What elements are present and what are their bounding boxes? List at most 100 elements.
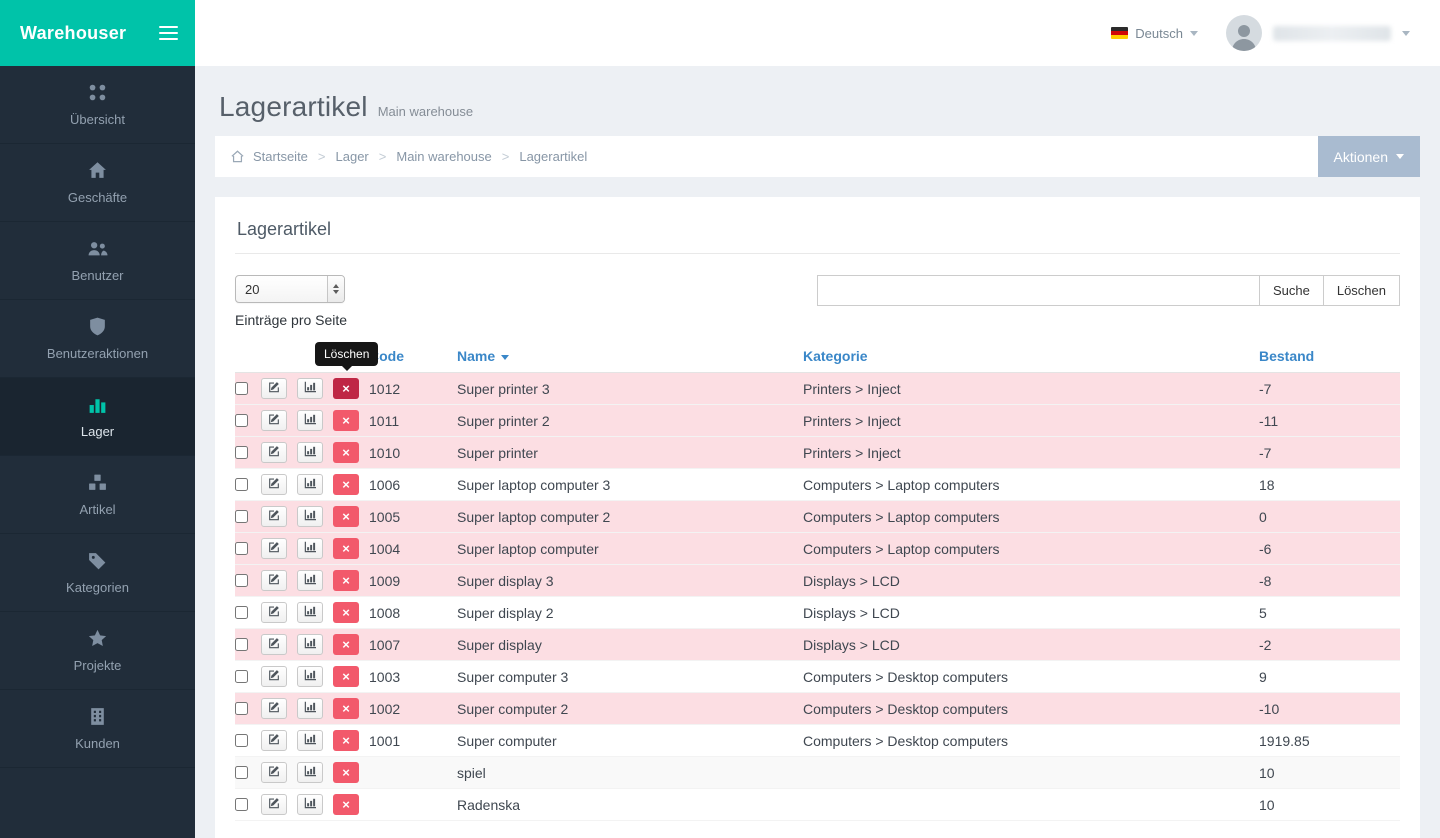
chart-button[interactable] — [297, 762, 323, 783]
cell-code: 1004 — [369, 533, 457, 565]
edit-button[interactable] — [261, 634, 287, 655]
edit-button[interactable] — [261, 506, 287, 527]
edit-button[interactable] — [261, 666, 287, 687]
chart-button[interactable] — [297, 442, 323, 463]
delete-button[interactable]: × — [333, 730, 359, 751]
row-checkbox[interactable] — [235, 734, 248, 747]
chart-button[interactable] — [297, 474, 323, 495]
delete-button[interactable]: × — [333, 794, 359, 815]
chart-button[interactable] — [297, 730, 323, 751]
column-header-code[interactable]: Code — [369, 340, 457, 373]
menu-toggle-icon[interactable] — [159, 22, 178, 44]
username-redacted — [1273, 26, 1391, 41]
chart-button[interactable] — [297, 794, 323, 815]
edit-button[interactable] — [261, 570, 287, 591]
edit-button[interactable] — [261, 474, 287, 495]
sidebar-item-benutzeraktionen[interactable]: Benutzeraktionen — [0, 300, 195, 378]
page-title: Lagerartikel — [219, 91, 368, 123]
chart-button[interactable] — [297, 602, 323, 623]
chart-button[interactable] — [297, 538, 323, 559]
row-checkbox[interactable] — [235, 766, 248, 779]
row-checkbox[interactable] — [235, 606, 248, 619]
cell-category: Printers > Inject — [803, 437, 1259, 469]
sidebar-item-geschaefte[interactable]: Geschäfte — [0, 144, 195, 222]
delete-button[interactable]: × — [333, 698, 359, 719]
edit-button[interactable] — [261, 698, 287, 719]
table-controls: 20 Einträge pro Seite Suche Löschen — [235, 275, 1400, 328]
edit-button[interactable] — [261, 410, 287, 431]
language-selector[interactable]: Deutsch — [1111, 26, 1198, 41]
chart-button[interactable] — [297, 378, 323, 399]
delete-button[interactable]: × — [333, 538, 359, 559]
sidebar-item-uebersicht[interactable]: Übersicht — [0, 66, 195, 144]
row-checkbox[interactable] — [235, 702, 248, 715]
cell-stock: 9 — [1259, 661, 1400, 693]
delete-button[interactable]: × — [333, 570, 359, 591]
chart-button[interactable] — [297, 666, 323, 687]
delete-button[interactable]: × — [333, 602, 359, 623]
sidebar-item-lager[interactable]: Lager — [0, 378, 195, 456]
cell-stock: 10 — [1259, 789, 1400, 821]
row-checkbox[interactable] — [235, 542, 248, 555]
table-row: ×1005Super laptop computer 2Computers > … — [235, 501, 1400, 533]
close-icon: × — [342, 510, 350, 523]
page-subtitle: Main warehouse — [378, 104, 473, 119]
sidebar-item-label: Artikel — [79, 502, 115, 517]
row-checkbox[interactable] — [235, 414, 248, 427]
breadcrumb-item[interactable]: Main warehouse — [396, 149, 491, 164]
sidebar-item-artikel[interactable]: Artikel — [0, 456, 195, 534]
table-row: ×spiel10 — [235, 757, 1400, 789]
per-page-select[interactable]: 20 — [235, 275, 345, 303]
main-content: Lagerartikel Main warehouse Startseite>L… — [195, 66, 1440, 838]
delete-button[interactable]: × — [333, 442, 359, 463]
breadcrumb-item[interactable]: Lagerartikel — [519, 149, 587, 164]
sidebar-item-kategorien[interactable]: Kategorien — [0, 534, 195, 612]
search-input[interactable] — [817, 275, 1260, 306]
table-row: ×1002Super computer 2Computers > Desktop… — [235, 693, 1400, 725]
delete-button[interactable]: × — [333, 474, 359, 495]
delete-button[interactable]: × — [333, 410, 359, 431]
column-header-stock[interactable]: Bestand — [1259, 340, 1400, 373]
delete-button[interactable]: × — [333, 506, 359, 527]
row-checkbox[interactable] — [235, 638, 248, 651]
edit-button[interactable] — [261, 378, 287, 399]
search-button[interactable]: Suche — [1259, 275, 1324, 306]
edit-button[interactable] — [261, 730, 287, 751]
chart-button[interactable] — [297, 506, 323, 527]
user-menu[interactable] — [1226, 15, 1410, 51]
row-checkbox[interactable] — [235, 574, 248, 587]
edit-button[interactable] — [261, 442, 287, 463]
delete-button[interactable]: × — [333, 666, 359, 687]
delete-button[interactable]: × — [333, 378, 359, 399]
column-header-category[interactable]: Kategorie — [803, 340, 1259, 373]
column-header-name[interactable]: Name — [457, 340, 803, 373]
sidebar-item-projekte[interactable]: Projekte — [0, 612, 195, 690]
chart-button[interactable] — [297, 634, 323, 655]
row-checkbox[interactable] — [235, 382, 248, 395]
row-checkbox[interactable] — [235, 670, 248, 683]
table-row: ×Radenska10 — [235, 789, 1400, 821]
sidebar-item-benutzer[interactable]: Benutzer — [0, 222, 195, 300]
edit-button[interactable] — [261, 794, 287, 815]
row-checkbox[interactable] — [235, 446, 248, 459]
clear-button[interactable]: Löschen — [1323, 275, 1400, 306]
chart-button[interactable] — [297, 410, 323, 431]
table-row: ×1011Super printer 2Printers > Inject-11 — [235, 405, 1400, 437]
edit-button[interactable] — [261, 538, 287, 559]
edit-button[interactable] — [261, 762, 287, 783]
star-icon — [87, 628, 108, 649]
aktionen-button[interactable]: Aktionen — [1318, 136, 1420, 177]
row-checkbox[interactable] — [235, 510, 248, 523]
chart-button[interactable] — [297, 570, 323, 591]
chart-button[interactable] — [297, 698, 323, 719]
row-checkbox[interactable] — [235, 478, 248, 491]
sidebar-item-kunden[interactable]: Kunden — [0, 690, 195, 768]
cell-stock: 0 — [1259, 501, 1400, 533]
breadcrumb-item[interactable]: Lager — [336, 149, 369, 164]
breadcrumb-item[interactable]: Startseite — [253, 149, 308, 164]
delete-button[interactable]: × — [333, 762, 359, 783]
edit-button[interactable] — [261, 602, 287, 623]
table-row: ×1001Super computerComputers > Desktop c… — [235, 725, 1400, 757]
delete-button[interactable]: × — [333, 634, 359, 655]
row-checkbox[interactable] — [235, 798, 248, 811]
